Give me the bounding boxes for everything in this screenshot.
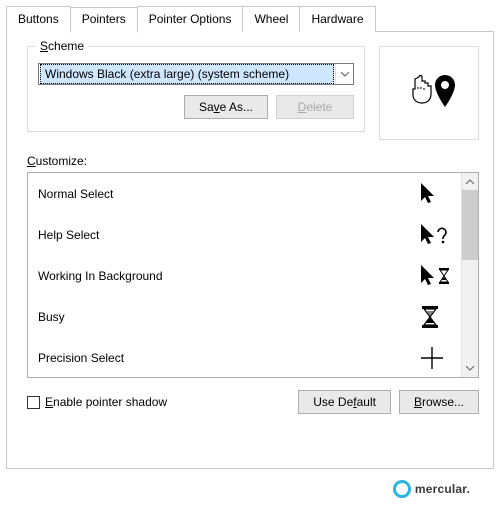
enable-shadow-label: Enable pointer shadow bbox=[45, 395, 167, 409]
scheme-selected-value: Windows Black (extra large) (system sche… bbox=[40, 64, 334, 84]
tab-strip: Buttons Pointers Pointer Options Wheel H… bbox=[6, 6, 494, 32]
watermark: mercular. bbox=[393, 480, 470, 498]
scheme-legend: Scheme bbox=[36, 39, 88, 53]
tab-pointers[interactable]: Pointers bbox=[70, 7, 138, 33]
list-item-label: Working In Background bbox=[38, 269, 163, 283]
list-item[interactable]: Working In Background bbox=[28, 255, 461, 296]
list-item-label: Normal Select bbox=[38, 187, 113, 201]
list-item[interactable]: Normal Select bbox=[28, 173, 461, 214]
tab-pointer-options[interactable]: Pointer Options bbox=[137, 6, 244, 32]
save-as-button[interactable]: Save As... bbox=[184, 95, 268, 119]
cursor-help-icon bbox=[421, 224, 449, 246]
list-item[interactable]: Help Select bbox=[28, 214, 461, 255]
tab-wheel[interactable]: Wheel bbox=[242, 6, 300, 32]
hourglass-icon bbox=[421, 306, 449, 328]
scheme-combobox[interactable]: Windows Black (extra large) (system sche… bbox=[38, 63, 354, 85]
tab-hardware[interactable]: Hardware bbox=[299, 6, 375, 32]
list-item-label: Help Select bbox=[38, 228, 99, 242]
scroll-up-icon[interactable] bbox=[462, 173, 478, 190]
customize-listbox[interactable]: Normal Select Help Select Working In Bac… bbox=[27, 172, 479, 378]
link-select-icon bbox=[397, 67, 461, 119]
checkbox-icon bbox=[27, 396, 40, 409]
scroll-down-icon[interactable] bbox=[462, 360, 478, 377]
cursor-icon bbox=[421, 183, 449, 205]
chevron-down-icon[interactable] bbox=[335, 64, 353, 84]
list-item[interactable]: Precision Select bbox=[28, 337, 461, 377]
crosshair-icon bbox=[421, 347, 449, 369]
tab-buttons[interactable]: Buttons bbox=[6, 6, 71, 32]
delete-button: Delete bbox=[276, 95, 354, 119]
pointer-preview bbox=[379, 46, 479, 140]
watermark-logo-icon bbox=[393, 480, 411, 498]
scroll-thumb[interactable] bbox=[462, 190, 478, 260]
watermark-text: mercular. bbox=[415, 482, 470, 496]
scrollbar[interactable] bbox=[461, 173, 478, 377]
list-item[interactable]: Busy bbox=[28, 296, 461, 337]
scheme-group: Scheme Windows Black (extra large) (syst… bbox=[27, 46, 365, 132]
customize-label: Customize: bbox=[27, 154, 479, 168]
use-default-button[interactable]: Use Default bbox=[298, 390, 391, 414]
browse-button[interactable]: Browse... bbox=[399, 390, 479, 414]
cursor-hourglass-icon bbox=[421, 265, 449, 287]
list-item-label: Busy bbox=[38, 310, 65, 324]
enable-shadow-checkbox[interactable]: Enable pointer shadow bbox=[27, 395, 167, 409]
list-item-label: Precision Select bbox=[38, 351, 124, 365]
tab-panel: Scheme Windows Black (extra large) (syst… bbox=[6, 31, 494, 469]
